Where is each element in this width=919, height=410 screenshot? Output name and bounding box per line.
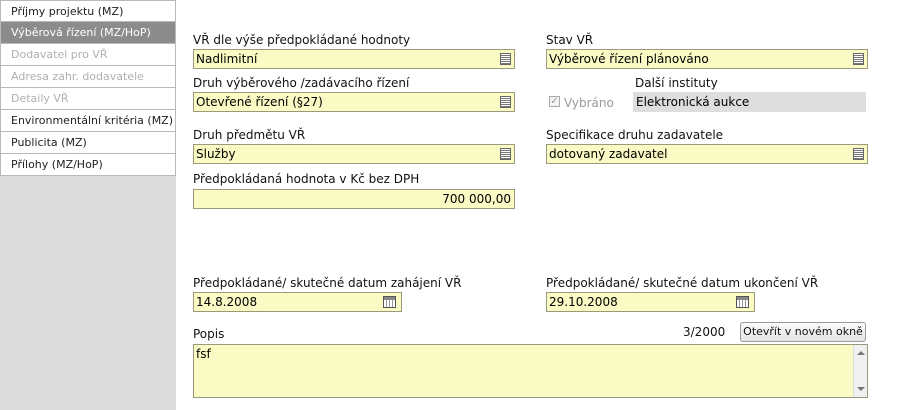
stav-vr-select[interactable]: Výběrové řízení plánováno	[546, 49, 868, 69]
scroll-down-icon[interactable]	[857, 387, 865, 391]
open-new-window-button[interactable]: Otevřít v novém okně	[740, 322, 866, 342]
nav-item-vyberova-rizeni[interactable]: Výběrová řízení (MZ/HoP)	[0, 22, 176, 44]
vr-value-select[interactable]: Nadlimitní	[193, 49, 515, 69]
druh-rizeni-select[interactable]: Otevřené řízení (§27)	[193, 92, 515, 112]
druh-predmetu-label: Druh předmětu VŘ	[193, 128, 306, 142]
nav-item-adresa-dodavatele: Adresa zahr. dodavatele	[0, 66, 176, 88]
specifikace-select[interactable]: dotovaný zadavatel	[546, 144, 868, 164]
vr-value-text: Nadlimitní	[196, 52, 258, 66]
hodnota-label: Předpokládaná hodnota v Kč bez DPH	[193, 172, 420, 186]
vr-value-label: VŘ dle výše předpokládané hodnoty	[193, 33, 411, 47]
stav-vr-text: Výběrové řízení plánováno	[549, 52, 709, 66]
specifikace-label: Specifikace druhu zadavatele	[546, 128, 724, 142]
specifikace-text: dotovaný zadavatel	[549, 147, 668, 161]
druh-predmetu-text: Služby	[196, 147, 236, 161]
popis-textarea[interactable]: fsf	[193, 344, 868, 398]
nav-item-environmentalni-kriteria[interactable]: Environmentální kritéria (MZ)	[0, 110, 176, 132]
calendar-icon[interactable]	[383, 296, 396, 308]
popis-text: fsf	[196, 347, 211, 361]
sidebar-nav: Příjmy projektu (MZ) Výběrová řízení (MZ…	[0, 0, 176, 176]
nav-item-detaily-vr: Detaily VŘ	[0, 88, 176, 110]
druh-predmetu-select[interactable]: Služby	[193, 144, 515, 164]
popis-counter: 3/2000	[683, 325, 726, 339]
hodnota-input[interactable]: 700 000,00	[193, 189, 515, 209]
list-icon[interactable]	[853, 148, 864, 160]
textarea-scrollbar[interactable]	[853, 345, 867, 397]
druh-rizeni-label: Druh výběrového /zadávacího řízení	[193, 76, 410, 90]
dalsi-instituty-label: Další instituty	[635, 76, 718, 90]
list-icon[interactable]	[500, 96, 511, 108]
dalsi-instituty-value: Elektronická aukce	[633, 92, 866, 112]
list-icon[interactable]	[500, 148, 511, 160]
druh-rizeni-text: Otevřené řízení (§27)	[196, 95, 323, 109]
vybrano-checkbox[interactable]: ✓	[549, 96, 560, 107]
datum-zahajeni-text: 14.8.2008	[196, 295, 258, 309]
datum-zahajeni-label: Předpokládané/ skutečné datum zahájení V…	[193, 276, 462, 290]
datum-ukonceni-input[interactable]: 29.10.2008	[546, 292, 755, 312]
nav-item-prilohy[interactable]: Přílohy (MZ/HoP)	[0, 154, 176, 176]
stav-vr-label: Stav VŘ	[546, 33, 594, 47]
list-icon[interactable]	[853, 53, 864, 65]
scroll-up-icon[interactable]	[857, 351, 865, 355]
nav-item-prijmy-projektu[interactable]: Příjmy projektu (MZ)	[0, 0, 176, 22]
datum-ukonceni-text: 29.10.2008	[549, 295, 618, 309]
nav-item-dodavatel: Dodavatel pro VŘ	[0, 44, 176, 66]
list-icon[interactable]	[500, 53, 511, 65]
calendar-icon[interactable]	[736, 296, 749, 308]
popis-label: Popis	[193, 327, 225, 341]
datum-zahajeni-input[interactable]: 14.8.2008	[193, 292, 402, 312]
nav-item-publicita[interactable]: Publicita (MZ)	[0, 132, 176, 154]
datum-ukonceni-label: Předpokládané/ skutečné datum ukončení V…	[546, 276, 819, 290]
vybrano-label: Vybráno	[564, 96, 614, 110]
